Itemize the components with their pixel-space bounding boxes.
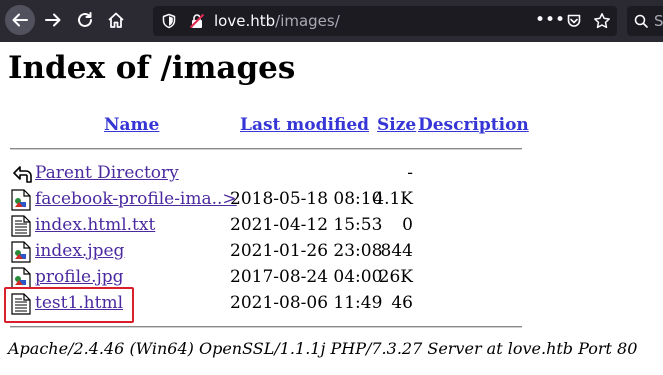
forward-button[interactable] [38,5,68,35]
modified-cell: 2017-08-24 04:00 [230,267,383,287]
image-file-icon [11,189,31,215]
modified-cell: 2021-01-26 23:08 [230,241,383,261]
size-cell: 4.1K [373,189,413,209]
header-divider [10,148,522,150]
text-file-icon [11,215,31,241]
url-host: love.htb [214,12,276,30]
bookmark-star-icon[interactable] [593,12,611,34]
url-path: /images/ [275,12,340,30]
modified-cell: 2021-04-12 15:53 [230,215,383,235]
sort-by-description-link[interactable]: Description [418,115,529,135]
parent-directory-link[interactable]: Parent Directory [35,163,179,183]
modified-cell: 2018-05-18 08:10 [230,189,383,209]
browser-toolbar: love.htb/images/ ••• S [0,0,663,42]
size-cell: 26K [378,267,413,287]
search-box[interactable]: S [627,6,663,36]
file-link[interactable]: profile.jpg [35,267,124,287]
sort-by-size-link[interactable]: Size [377,115,416,135]
url-text[interactable]: love.htb/images/ [214,12,340,30]
search-icon [634,14,648,28]
modified-cell: 2021-08-06 11:49 [230,293,383,313]
arrow-right-icon [45,13,61,27]
home-button[interactable] [101,5,131,35]
back-button[interactable] [5,5,35,35]
size-cell: 0 [402,215,413,235]
list-item: Parent Directory - [0,161,663,187]
list-item: facebook-profile-ima..> 2018-05-18 08:10… [0,187,663,213]
file-link[interactable]: index.jpeg [35,241,124,261]
search-placeholder: S [654,12,663,30]
back-icon [11,163,33,189]
file-link[interactable]: facebook-profile-ima..> [35,189,237,209]
insecure-lock-icon[interactable] [189,13,205,33]
list-item: index.jpeg 2021-01-26 23:08 844 [0,239,663,265]
reload-icon [78,12,92,27]
image-file-icon [11,241,31,267]
address-bar[interactable]: love.htb/images/ ••• [153,6,617,36]
home-icon [108,12,124,28]
tracking-protection-shield-icon[interactable] [161,13,177,33]
list-item: index.html.txt 2021-04-12 15:53 0 [0,213,663,239]
size-cell: 46 [391,293,413,313]
file-link[interactable]: index.html.txt [35,215,155,235]
size-cell: - [407,163,413,183]
reload-button[interactable] [70,5,100,35]
server-signature: Apache/2.4.46 (Win64) OpenSSL/1.1.1j PHP… [8,339,638,358]
page-actions-more-icon[interactable]: ••• [535,10,565,30]
footer-divider [10,326,522,328]
arrow-left-icon [12,13,28,27]
size-cell: 844 [380,241,413,261]
sort-by-modified-link[interactable]: Last modified [240,115,369,135]
pocket-icon[interactable] [566,13,582,33]
sort-by-name-link[interactable]: Name [104,115,159,135]
page-title: Index of /images [8,50,296,86]
highlight-box [4,287,134,323]
